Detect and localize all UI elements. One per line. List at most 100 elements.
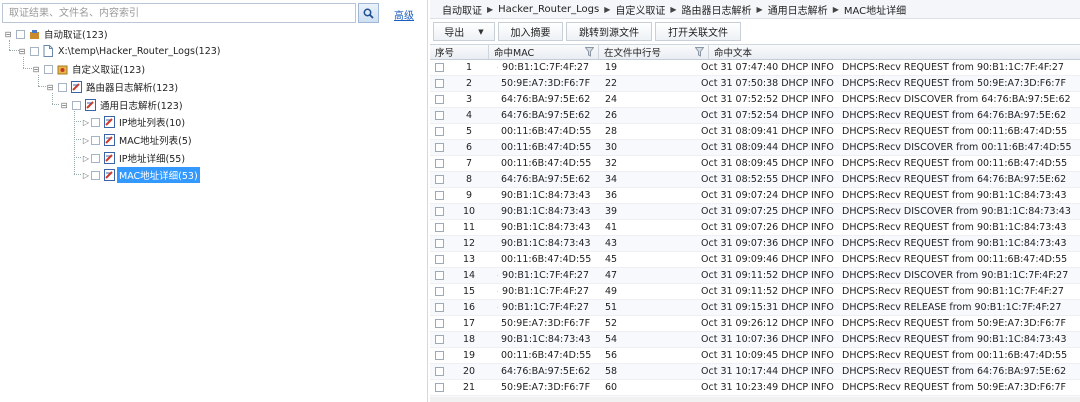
tree-checkbox[interactable]: [30, 46, 39, 56]
table-row[interactable]: 16 90:B1:1C:7F:4F:27 51 Oct 31 09:15:31 DHC…: [430, 300, 1080, 316]
tree-node-ip-detail[interactable]: ▷ IP地址详细(55): [81, 150, 187, 166]
goto-source-button[interactable]: 跳转到源文件: [566, 22, 652, 41]
add-summary-button[interactable]: 加入摘要: [498, 22, 563, 41]
tree-checkbox[interactable]: [91, 153, 100, 163]
row-checkbox[interactable]: [435, 255, 444, 264]
table-row[interactable]: 11 90:B1:1C:84:73:43 41 Oct 31 09:07:26 DHC…: [430, 220, 1080, 236]
row-hit-text: Oct 31 08:52:55 DHCP INFO DHCPS:Recv REQUE…: [699, 174, 1080, 185]
table-row[interactable]: 17 50:9E:A7:3D:F6:7F 52 Oct 31 09:26:12 DHC…: [430, 316, 1080, 332]
row-checkbox-cell: [430, 95, 449, 104]
tree-node-auto-forensics[interactable]: ⊟ 自动取证(123): [3, 26, 110, 42]
row-message: DHCPS:Recv REQUEST from 90:B1:1C:7F:4F:2…: [842, 62, 1064, 73]
search-input[interactable]: [3, 4, 355, 22]
tree-checkbox[interactable]: [58, 82, 67, 92]
table-row[interactable]: 1 90:B1:1C:7F:4F:27 19 Oct 31 07:47:40 DHCP…: [430, 60, 1080, 76]
breadcrumb-item[interactable]: Hacker_Router_Logs: [498, 4, 599, 15]
tree-node-router-log-parse[interactable]: ⊟ 路由器日志解析(123): [45, 79, 180, 95]
table-row[interactable]: 19 00:11:6B:47:4D:55 56 Oct 31 10:09:45 DHC…: [430, 348, 1080, 364]
table-row[interactable]: 4 64:76:BA:97:5E:62 26 Oct 31 07:52:54 DHCP…: [430, 108, 1080, 124]
row-time: Oct 31 07:50:38 DHCP: [701, 78, 809, 89]
tree-checkbox[interactable]: [91, 135, 100, 145]
row-checkbox[interactable]: [435, 79, 444, 88]
row-checkbox[interactable]: [435, 303, 444, 312]
column-header-line[interactable]: 在文件中行号: [599, 45, 709, 59]
row-checkbox[interactable]: [435, 335, 444, 344]
row-checkbox[interactable]: [435, 287, 444, 296]
row-checkbox[interactable]: [435, 207, 444, 216]
row-checkbox[interactable]: [435, 175, 444, 184]
table-row[interactable]: 12 90:B1:1C:84:73:43 43 Oct 31 09:07:36 DHC…: [430, 236, 1080, 252]
collapse-icon[interactable]: ⊟: [59, 101, 69, 110]
table-row[interactable]: 6 00:11:6B:47:4D:55 30 Oct 31 08:09:44 DHCP…: [430, 140, 1080, 156]
table-row[interactable]: 2 50:9E:A7:3D:F6:7F 22 Oct 31 07:50:38 DHCP…: [430, 76, 1080, 92]
collapse-icon[interactable]: ⊟: [17, 47, 27, 56]
column-header-mac[interactable]: 命中MAC: [489, 45, 599, 59]
horizontal-scrollbar[interactable]: [430, 397, 1080, 402]
tree-node-ip-list[interactable]: ▷ IP地址列表(10): [81, 114, 187, 130]
breadcrumb-item[interactable]: 自定义取证: [615, 2, 665, 17]
row-checkbox[interactable]: [435, 223, 444, 232]
row-checkbox[interactable]: [435, 271, 444, 280]
row-time: Oct 31 08:09:44 DHCP: [701, 142, 809, 153]
tree-node-mac-detail[interactable]: ▷ MAC地址详细(53): [81, 167, 200, 183]
collapse-icon[interactable]: ⊟: [31, 65, 41, 74]
row-checkbox[interactable]: [435, 143, 444, 152]
expand-icon[interactable]: ▷: [81, 136, 91, 145]
table-row[interactable]: 18 90:B1:1C:84:73:43 54 Oct 31 10:07:36 DHC…: [430, 332, 1080, 348]
tree-node-generic-log-parse[interactable]: ⊟ 通用日志解析(123): [59, 97, 185, 113]
breadcrumb-item[interactable]: 路由器日志解析: [682, 2, 752, 17]
row-mac: 50:9E:A7:3D:F6:7F: [501, 318, 591, 329]
tree-checkbox[interactable]: [72, 100, 81, 110]
table-row[interactable]: 7 00:11:6B:47:4D:55 32 Oct 31 08:09:45 DHCP…: [430, 156, 1080, 172]
row-checkbox[interactable]: [435, 111, 444, 120]
row-checkbox[interactable]: [435, 239, 444, 248]
advanced-search-link[interactable]: 高级: [394, 7, 414, 22]
table-row[interactable]: 5 00:11:6B:47:4D:55 28 Oct 31 08:09:41 DHCP…: [430, 124, 1080, 140]
filter-icon[interactable]: [695, 47, 704, 57]
table-row[interactable]: 10 90:B1:1C:84:73:43 39 Oct 31 09:07:25 DHC…: [430, 204, 1080, 220]
export-button[interactable]: 导出 ▼: [433, 22, 495, 41]
breadcrumb-item[interactable]: 自动取证: [442, 2, 482, 17]
filter-icon[interactable]: [585, 47, 594, 57]
table-row[interactable]: 8 64:76:BA:97:5E:62 34 Oct 31 08:52:55 DHCP…: [430, 172, 1080, 188]
table-row[interactable]: 13 00:11:6B:47:4D:55 45 Oct 31 09:09:46 DHC…: [430, 252, 1080, 268]
goto-source-label: 跳转到源文件: [579, 28, 639, 39]
row-checkbox[interactable]: [435, 351, 444, 360]
row-hit-text: Oct 31 09:26:12 DHCP INFO DHCPS:Recv REQUE…: [699, 318, 1080, 329]
tree-checkbox[interactable]: [16, 29, 25, 39]
row-time: Oct 31 07:47:40 DHCP: [701, 62, 809, 73]
row-checkbox[interactable]: [435, 127, 444, 136]
table-row[interactable]: 9 90:B1:1C:84:73:43 36 Oct 31 09:07:24 DHCP…: [430, 188, 1080, 204]
table-row[interactable]: 21 50:9E:A7:3D:F6:7F 60 Oct 31 10:23:49 DHC…: [430, 380, 1080, 396]
tree-node-source-folder[interactable]: ⊟ X:\temp\Hacker_Router_Logs(123): [17, 43, 223, 59]
breadcrumb-item[interactable]: MAC地址详细: [844, 2, 906, 17]
tree-node-custom-forensics[interactable]: ⊟ 自定义取证(123): [31, 61, 147, 77]
table-row[interactable]: 15 90:B1:1C:7F:4F:27 49 Oct 31 09:11:52 DHC…: [430, 284, 1080, 300]
tree-checkbox[interactable]: [91, 117, 100, 127]
column-header-text[interactable]: 命中文本: [709, 45, 1080, 59]
open-related-button[interactable]: 打开关联文件: [655, 22, 741, 41]
expand-icon[interactable]: ▷: [81, 118, 91, 127]
row-checkbox[interactable]: [435, 95, 444, 104]
row-checkbox[interactable]: [435, 63, 444, 72]
column-header-no[interactable]: 序号: [430, 45, 489, 59]
row-checkbox[interactable]: [435, 191, 444, 200]
search-button[interactable]: [358, 3, 379, 23]
tree-checkbox[interactable]: [44, 64, 53, 74]
collapse-icon[interactable]: ⊟: [45, 83, 55, 92]
row-checkbox[interactable]: [435, 319, 444, 328]
table-row[interactable]: 14 90:B1:1C:7F:4F:27 47 Oct 31 09:11:52 DHC…: [430, 268, 1080, 284]
expand-icon[interactable]: ▷: [81, 171, 91, 180]
breadcrumb-item[interactable]: 通用日志解析: [768, 2, 828, 17]
row-checkbox[interactable]: [435, 159, 444, 168]
row-checkbox[interactable]: [435, 383, 444, 392]
file-icon: [497, 66, 499, 69]
row-level: INFO: [811, 110, 834, 121]
row-checkbox[interactable]: [435, 367, 444, 376]
table-row[interactable]: 3 64:76:BA:97:5E:62 24 Oct 31 07:52:52 DHCP…: [430, 92, 1080, 108]
collapse-icon[interactable]: ⊟: [3, 30, 13, 39]
table-row[interactable]: 20 64:76:BA:97:5E:62 58 Oct 31 10:17:44 DHC…: [430, 364, 1080, 380]
expand-icon[interactable]: ▷: [81, 154, 91, 163]
tree-checkbox[interactable]: [91, 170, 100, 180]
tree-node-mac-list[interactable]: ▷ MAC地址列表(5): [81, 132, 194, 148]
